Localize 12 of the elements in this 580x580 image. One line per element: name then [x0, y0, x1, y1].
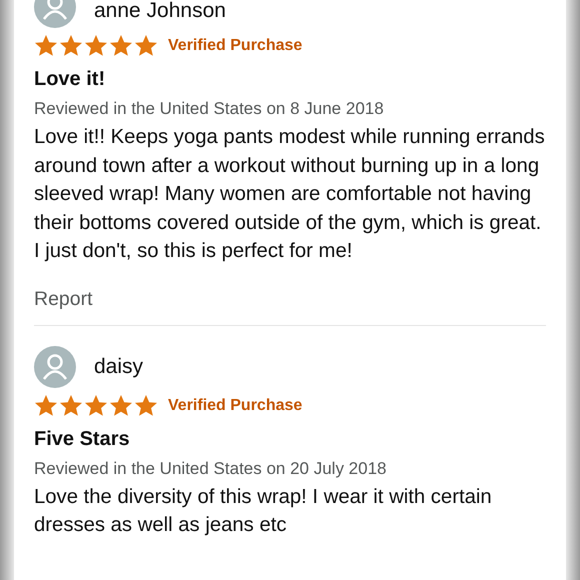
review-date: Reviewed in the United States on 20 July 2018 [34, 458, 388, 478]
report-link[interactable]: Report [34, 288, 93, 310]
verified-purchase-label: Verified Purchase [168, 396, 302, 414]
review-title: Love it! [34, 68, 106, 91]
review-title: Five Stars [34, 428, 131, 450]
avatar-icon [34, 346, 76, 388]
verified-purchase-label: Verified Purchase [168, 37, 302, 55]
review-date: Reviewed in the United States on 8 June 2018 [34, 99, 385, 119]
review-text: Love the diversity of this wrap! I wear it with certain dresses as well as jeans etc [34, 484, 493, 538]
reviewer-name: anne Johnson [94, 0, 226, 22]
review-text: Love it!! Keeps yoga pants modest while running errands around town after a workout without burning up in a long sleeved wrap! Many women are comfortable not having their bottoms covered outside of the gym, which is great. I just don't, so this is perfect for me! [34, 125, 546, 264]
reviewer-name: daisy [94, 356, 144, 378]
